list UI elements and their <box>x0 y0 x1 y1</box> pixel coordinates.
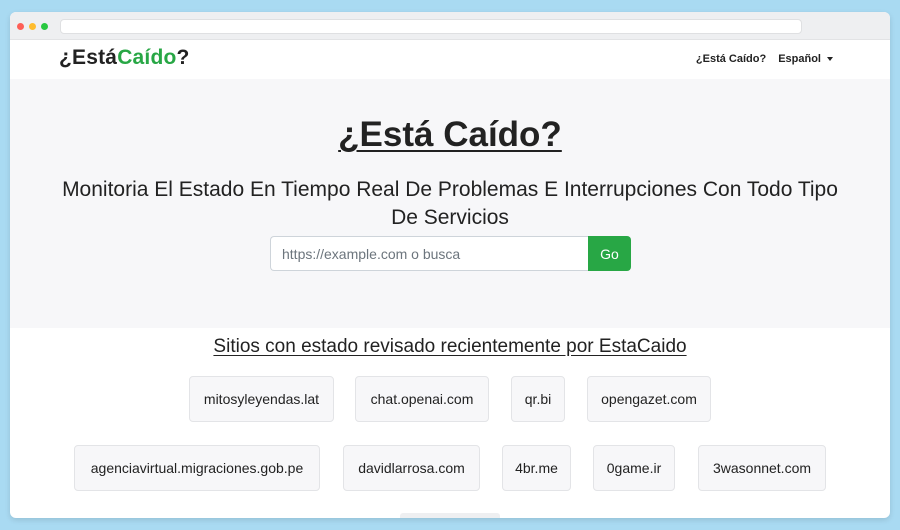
language-label: Español <box>778 53 821 65</box>
browser-window: ¿EstáCaído? ¿Está Caído? Español ¿Está C… <box>10 12 890 518</box>
browser-chrome <box>10 12 890 40</box>
site-chip[interactable]: agenciavirtual.migraciones.gob.pe <box>74 445 320 491</box>
site-chip[interactable]: opengazet.com <box>587 376 711 422</box>
logo-suffix: ? <box>176 46 190 69</box>
site-chip[interactable]: 4br.me <box>502 445 571 491</box>
language-dropdown[interactable]: Español <box>778 53 833 65</box>
nav-links: ¿Está Caído? Español <box>696 53 833 65</box>
address-bar[interactable] <box>60 19 802 34</box>
site-logo[interactable]: ¿EstáCaído? <box>59 46 190 70</box>
close-window-dot[interactable] <box>17 23 24 30</box>
maximize-window-dot[interactable] <box>41 23 48 30</box>
chevron-down-icon <box>827 57 833 62</box>
site-chip[interactable]: chat.openai.com <box>355 376 489 422</box>
site-chip[interactable]: qr.bi <box>511 376 565 422</box>
search-form: Go <box>270 236 631 271</box>
hero-section: ¿Está Caído? Monitoria El Estado En Tiem… <box>10 79 890 328</box>
go-button[interactable]: Go <box>588 236 631 271</box>
page-title: ¿Está Caído? <box>338 115 562 154</box>
site-chip[interactable]: mitosyleyendas.lat <box>189 376 334 422</box>
next-row-chip-edge <box>400 513 500 518</box>
search-input[interactable] <box>270 236 588 271</box>
nav-home-link[interactable]: ¿Está Caído? <box>696 53 766 65</box>
navbar: ¿EstáCaído? ¿Está Caído? Español <box>10 40 890 79</box>
site-chip[interactable]: 3wasonnet.com <box>698 445 826 491</box>
page-subtitle: Monitoria El Estado En Tiempo Real De Pr… <box>62 178 838 229</box>
logo-accent: Caído <box>117 46 177 69</box>
recent-sites-title: Sitios con estado revisado recientemente… <box>213 336 687 357</box>
minimize-window-dot[interactable] <box>29 23 36 30</box>
site-chip[interactable]: davidlarrosa.com <box>343 445 480 491</box>
site-chip[interactable]: 0game.ir <box>593 445 675 491</box>
logo-prefix: ¿Está <box>59 46 118 69</box>
